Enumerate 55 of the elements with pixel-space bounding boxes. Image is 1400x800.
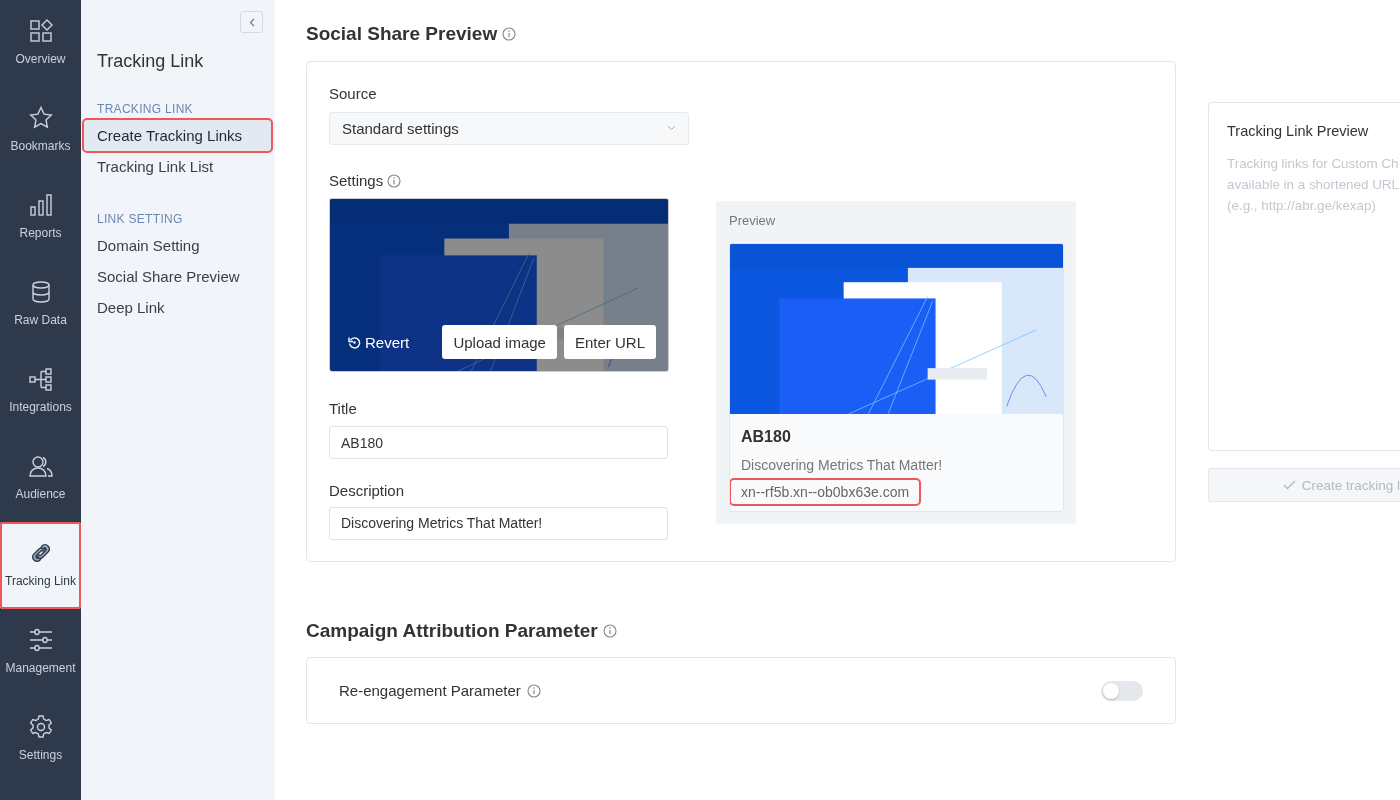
sliders-icon bbox=[27, 627, 54, 653]
chevron-left-icon bbox=[248, 17, 255, 27]
nav-item[interactable]: Overview bbox=[0, 0, 81, 87]
info-icon bbox=[526, 683, 541, 698]
menu-item[interactable]: Domain Setting bbox=[84, 230, 271, 261]
source-dropdown[interactable]: Standard settings bbox=[329, 111, 689, 145]
parameter-label: Re-engagement Parameter bbox=[339, 682, 521, 699]
field-label: Title bbox=[329, 398, 358, 418]
hierarchy-icon bbox=[27, 366, 54, 392]
field-label: Description bbox=[329, 481, 406, 501]
collapse-button[interactable] bbox=[240, 11, 263, 33]
title-field[interactable]: AB180 bbox=[329, 425, 668, 460]
nav-item[interactable]: Integrations bbox=[0, 348, 81, 435]
info-icon bbox=[502, 27, 517, 41]
hint-text: (e.g., http://abr.ge/kexap) bbox=[1227, 197, 1377, 215]
section-title: Campaign Attribution Parameter bbox=[306, 620, 598, 642]
nav-item[interactable]: Tracking Link bbox=[0, 522, 81, 609]
image-button[interactable]: Upload image bbox=[442, 325, 557, 360]
card-title: Tracking Link Preview bbox=[1227, 123, 1370, 139]
preview-title: AB180 bbox=[741, 428, 792, 446]
preview-url: xn--rf5b.xn--ob0bx63e.com bbox=[731, 480, 920, 504]
group-heading: LINK SETTING bbox=[97, 212, 184, 226]
panel-label: Preview bbox=[729, 213, 777, 229]
description-field[interactable]: Discovering Metrics That Matter! bbox=[329, 506, 668, 540]
image-button[interactable]: Enter URL bbox=[563, 325, 656, 360]
preview-description: Discovering Metrics That Matter! bbox=[741, 457, 944, 473]
group-heading: TRACKING LINK bbox=[97, 102, 194, 116]
section-title: Tracking Link bbox=[97, 51, 205, 72]
revert-button[interactable]: Revert bbox=[348, 327, 410, 357]
bar-chart-icon bbox=[27, 192, 54, 218]
nav-item[interactable]: Bookmarks bbox=[0, 87, 81, 174]
nav-item[interactable]: Settings bbox=[0, 696, 81, 783]
menu-item[interactable]: Deep Link bbox=[84, 292, 271, 323]
nav-item[interactable]: Management bbox=[0, 609, 81, 696]
settings-icon bbox=[27, 714, 54, 740]
field-label: Settings bbox=[329, 172, 384, 190]
menu-item[interactable]: Create Tracking Links bbox=[84, 120, 271, 151]
nav-item[interactable]: Raw Data bbox=[0, 261, 81, 348]
star-icon bbox=[27, 105, 54, 131]
grid-icon bbox=[27, 18, 54, 44]
menu-item[interactable]: Social Share Preview bbox=[84, 261, 271, 292]
nav-item[interactable]: Reports bbox=[0, 174, 81, 261]
page-title: Social Share Preview bbox=[306, 23, 498, 45]
info-icon bbox=[387, 173, 402, 188]
hint-text: Tracking links for Custom Ch bbox=[1227, 155, 1400, 173]
toggle-switch[interactable] bbox=[1101, 680, 1143, 701]
check-icon bbox=[1282, 480, 1296, 490]
info-icon bbox=[602, 624, 617, 638]
undo-icon bbox=[348, 335, 361, 349]
hint-text: available in a shortened URL bbox=[1227, 176, 1400, 194]
nav-item[interactable]: Audience bbox=[0, 435, 81, 522]
field-label: Source bbox=[329, 84, 378, 104]
people-icon bbox=[27, 453, 54, 479]
chevron-down-icon bbox=[667, 125, 676, 132]
menu-item[interactable]: Tracking Link List bbox=[84, 151, 271, 182]
